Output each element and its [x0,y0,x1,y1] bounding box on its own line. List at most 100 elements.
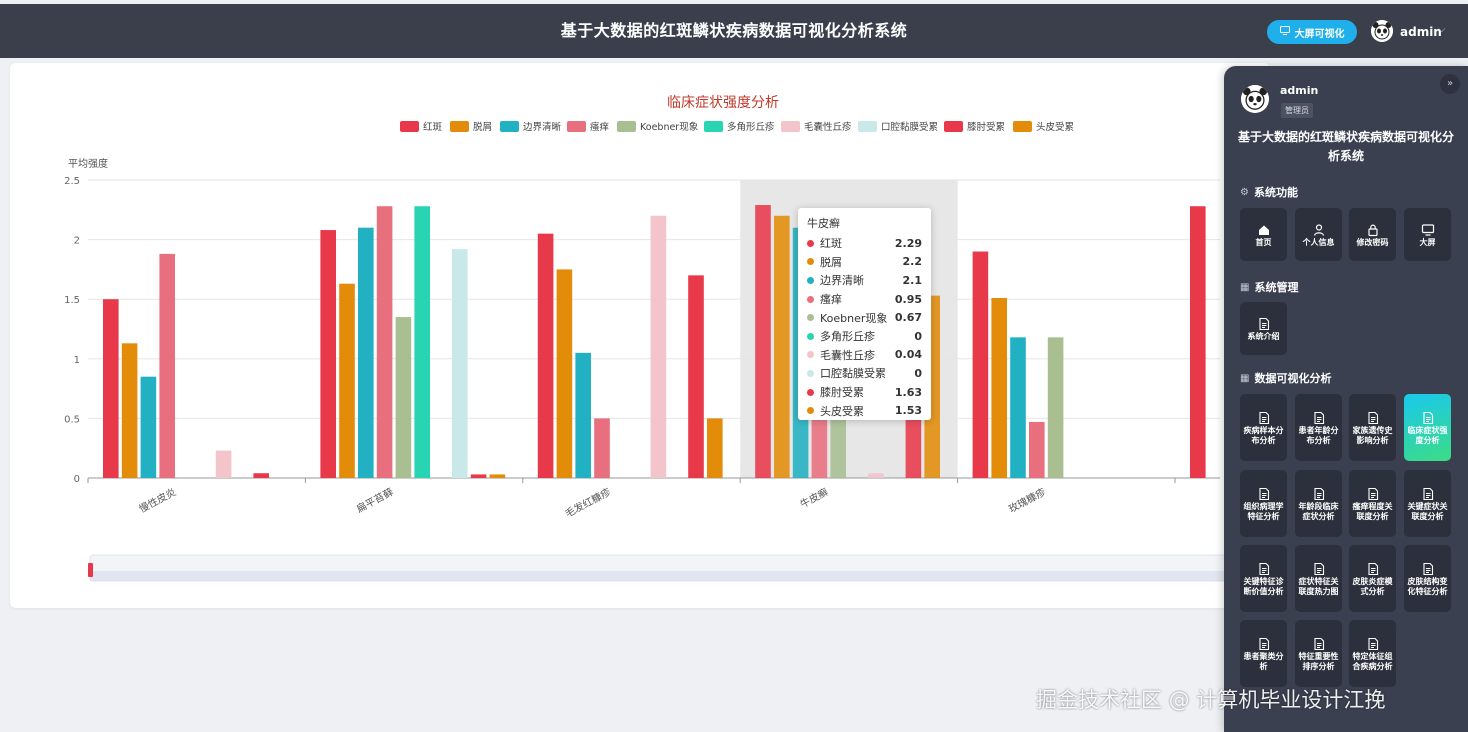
document-icon [1421,486,1435,500]
legend-swatch [704,121,723,132]
menu-tile-label: 疾病样本分布分析 [1243,425,1284,445]
legend-swatch [567,121,586,132]
legend-label: 脱屑 [473,121,492,133]
legend-label: 红斑 [423,121,443,133]
section-label: 系统功能 [1253,186,1298,199]
x-tick-label: 牛皮癣 [798,485,831,511]
home-icon [1257,222,1271,236]
document-icon [1421,410,1435,424]
tooltip-row: 边界清晰 2.1 [807,271,922,290]
legend-label: 多角形丘疹 [727,121,775,133]
document-icon [1312,486,1326,500]
bar [358,227,374,478]
series-dot [807,369,814,377]
legend-swatch [781,121,800,132]
tooltip-title: 牛皮癣 [807,217,840,230]
monitor-icon [1279,26,1290,38]
bar [452,249,468,478]
legend-label: 毛囊性丘疹 [804,121,852,133]
bar [339,283,355,478]
menu-tile-label: 系统介绍 [1247,331,1280,341]
y-tick-label: 1.5 [64,295,80,306]
panel-system-title: 基于大数据的红斑鳞状疾病数据可视化分析系统 [1237,130,1454,163]
menu-tile-label: 首页 [1255,237,1272,247]
legend-swatch [1013,121,1032,132]
y-axis-label: 平均强度 [68,157,108,170]
menu-tile[interactable]: 皮肤结构变化特征分析 [1404,545,1451,612]
tooltip-row: 脱屑 2.2 [807,253,922,272]
document-icon [1312,636,1326,650]
menu-tile[interactable]: 特定体征组合疾病分析 [1349,620,1396,687]
menu-tile[interactable]: 关键症状关联度分析 [1404,470,1451,537]
menu-tile[interactable]: 修改密码 [1349,208,1396,261]
menu-tile-label: 瘙痒程度关联度分析 [1352,501,1393,521]
menu-tile-label: 临床症状强度分析 [1407,425,1448,445]
bar [140,376,157,478]
menu-tile[interactable]: 皮肤炎症模式分析 [1349,545,1396,612]
legend-label: Koebner现象 [640,121,699,133]
menu-tile[interactable]: 患者聚类分析 [1240,620,1287,687]
series-dot [807,314,814,322]
bar [103,299,119,478]
menu-tile[interactable]: 首页 [1240,208,1287,261]
menu-tile[interactable]: 年龄段临床症状分析 [1295,470,1342,537]
menu-tile[interactable]: 临床症状强度分析 [1404,394,1451,461]
tooltip-row: Koebner现象 0.67 [807,308,922,327]
menu-tile[interactable]: 个人信息 [1295,208,1342,261]
bigscreen-label: 大屏可视化 [1294,28,1345,40]
menu-tile[interactable]: 疾病样本分布分析 [1240,394,1287,461]
section-system-functions: ⚙ 系统功能 [1240,184,1298,200]
user-icon [1312,222,1326,236]
tooltip-series-name: 头皮受累 [820,404,864,418]
y-tick-label: 2.5 [64,176,80,187]
menu-tile[interactable]: 组织病理学特征分析 [1240,470,1287,537]
section-data-visualization: ▦ 数据可视化分析 [1240,370,1331,386]
menu-tile-label: 年龄段临床症状分析 [1298,501,1339,521]
chart-title: 临床症状强度分析 [667,95,779,111]
legend-swatch [858,121,877,132]
menu-tile-label: 特征重要性排序分析 [1298,651,1339,671]
zoom-slider-shadow [90,571,1230,581]
bar [774,215,790,478]
chevron-down-icon[interactable]: ⌵ [1438,24,1446,35]
tooltip-row: 多角形丘疹 0 [807,327,922,346]
tooltip-series-value: 2.1 [902,273,923,287]
menu-tile[interactable]: 瘙痒程度关联度分析 [1349,470,1396,537]
tooltip-row: 瘙痒 0.95 [807,290,922,309]
role-badge: 管理员 [1281,103,1313,118]
menu-tile[interactable]: 关键特征诊断价值分析 [1240,545,1287,612]
user-name[interactable]: admin [1400,25,1442,39]
document-icon [1257,410,1271,424]
menu-tile[interactable]: 特征重要性排序分析 [1295,620,1342,687]
user-avatar[interactable] [1371,20,1393,42]
monitor-icon [1421,222,1435,236]
collapse-icon[interactable]: » [1440,74,1460,94]
document-icon [1257,316,1271,330]
menu-tile-label: 关键症状关联度分析 [1407,501,1448,521]
document-icon [1257,636,1271,650]
menu-tile[interactable]: 症状特征关联度热力图 [1295,545,1342,612]
bar [688,275,704,478]
bar [1010,337,1026,478]
legend-label: 口腔黏膜受累 [881,121,938,133]
bar [376,206,393,478]
top-bar: 基于大数据的红斑鳞状疾病数据可视化分析系统 大屏可视化 admin ⌵ [0,4,1468,58]
tooltip-row: 膝肘受累 1.63 [807,383,922,402]
bar [215,450,232,478]
lock-icon [1366,222,1380,236]
menu-tile[interactable]: 家族遗传史影响分析 [1349,394,1396,461]
menu-tile[interactable]: 系统介绍 [1240,302,1287,355]
tooltip-series-name: 膝肘受累 [820,386,864,400]
side-panel: » admin 管理员 基于大数据的红斑鳞状疾病数据可视化分析系统 ⚙ 系统功能… [1224,66,1468,732]
document-icon [1312,410,1326,424]
legend-label: 头皮受累 [1036,121,1074,133]
series-dot [807,351,814,359]
grid-icon: ▦ [1240,372,1250,384]
series-dot [807,407,814,415]
menu-tile[interactable]: 患者年龄分布分析 [1295,394,1342,461]
menu-tile[interactable]: 大屏 [1404,208,1451,261]
section-label: 数据可视化分析 [1254,372,1332,385]
bigscreen-button[interactable]: 大屏可视化 [1267,20,1357,44]
series-dot [807,332,814,340]
menu-tile-label: 个人信息 [1302,237,1335,247]
